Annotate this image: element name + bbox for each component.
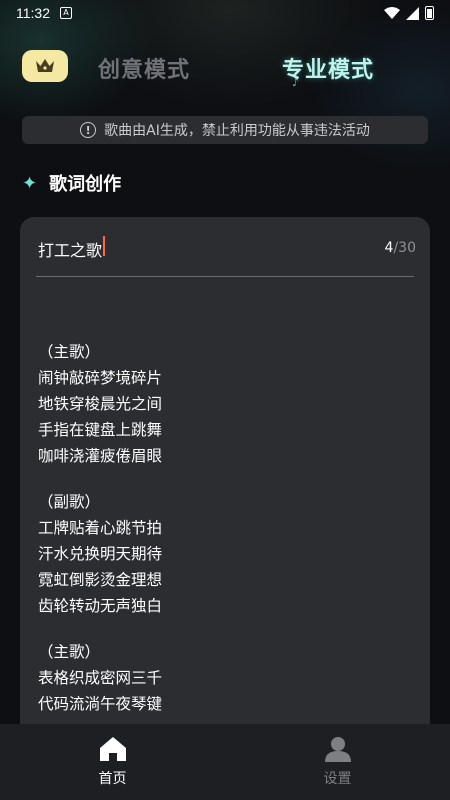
section-title-text: 歌词创作 [49,174,122,195]
lyrics-line: 闹钟敲碎梦境碎片 [38,369,163,387]
battery-icon [425,6,434,20]
lyrics-line: 地铁穿梭晨光之间 [38,395,163,413]
lyrics-line: 工牌贴着心跳节拍 [38,519,163,537]
section-title: ✦ 歌词创作 [22,170,121,196]
song-title-input[interactable]: 打工之歌 [38,235,106,261]
vip-crown-button[interactable] [22,50,68,82]
lyrics-line: 霓虹倒影烫金理想 [38,571,163,589]
lyrics-textarea[interactable]: （主歌） 闹钟敲碎梦境碎片 地铁穿梭晨光之间 手指在键盘上跳舞 咖啡浇灌疲倦眉眼 （副歌）… [38,339,416,737]
lyrics-line: 齿轮转动无声独白 [38,597,163,615]
lyrics-section-label: （主歌） [38,343,101,361]
lyrics-editor-card: 打工之歌 4/30 （主歌） 闹钟敲碎梦境碎片 地铁穿梭晨光之间 手指在键盘上跳舞 咖啡… [20,217,430,737]
lyrics-stanza: （副歌） 工牌贴着心跳节拍 汗水兑换明天期待 霓虹倒影烫金理想 齿轮转动无声独白 [38,489,416,619]
lyrics-section-label: （主歌） [38,643,101,661]
status-time: 11:32 [16,5,50,21]
user-icon [324,737,351,762]
wifi-icon [384,7,400,19]
nav-item-home[interactable]: 首页 [0,724,225,800]
music-note-icon: ♪ [292,76,300,89]
title-char-count: 4/30 [384,240,416,256]
crown-icon [36,59,54,72]
lyrics-stanza: （主歌） 表格织成密网三千 代码流淌午夜琴键 [38,639,416,717]
title-divider [36,276,414,277]
lyrics-line: 咖啡浇灌疲倦眉眼 [38,447,163,465]
text-caret [103,235,106,256]
sparkle-icon: ✦ [22,172,38,194]
nav-label-home: 首页 [98,771,127,787]
lyrics-line: 汗水兑换明天期待 [38,545,163,563]
status-icons [384,6,434,20]
song-title-row: 打工之歌 4/30 [38,235,416,261]
lyrics-line: 表格织成密网三千 [38,669,163,687]
header: 创意模式 专业模式 ♪ [0,46,450,89]
lyrics-line: 代码流淌午夜琴键 [38,695,163,713]
status-bar: 11:32 A [0,0,450,26]
lyrics-section-label: （副歌） [38,493,101,511]
tab-creative-mode[interactable]: 创意模式 [98,52,190,84]
legal-notice-text: 歌曲由AI生成，禁止利用功能从事违法活动 [104,123,370,139]
legal-notice-banner: ! 歌曲由AI生成，禁止利用功能从事违法活动 [22,116,428,144]
lyrics-line: 手指在键盘上跳舞 [38,421,163,439]
info-icon: ! [80,122,97,138]
signal-icon [406,6,419,20]
lyrics-stanza: （主歌） 闹钟敲碎梦境碎片 地铁穿梭晨光之间 手指在键盘上跳舞 咖啡浇灌疲倦眉眼 [38,339,416,469]
home-icon [99,737,126,761]
bottom-navigation: 首页 设置 [0,724,450,800]
nav-label-settings: 设置 [323,771,352,787]
notification-app-icon: A [60,7,72,19]
nav-item-settings[interactable]: 设置 [225,724,450,800]
